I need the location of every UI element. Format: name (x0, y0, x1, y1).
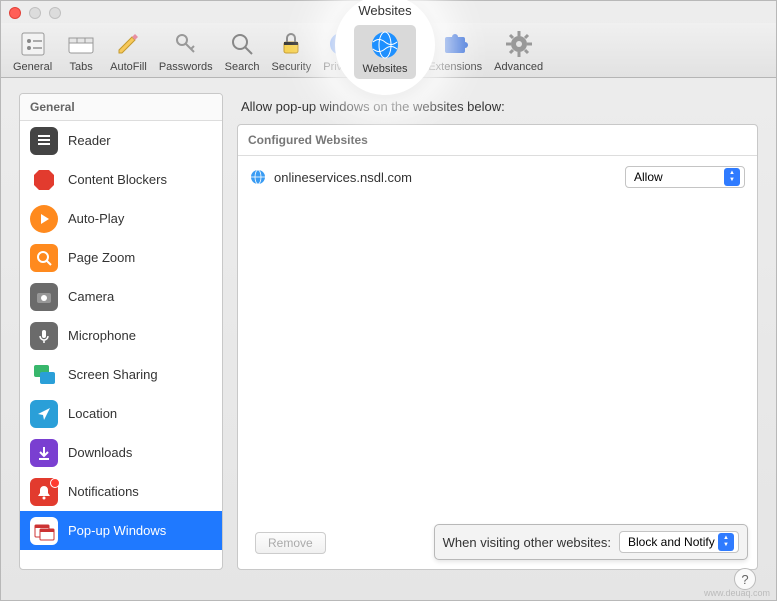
website-domain: onlineservices.nsdl.com (274, 170, 412, 185)
window-close-button[interactable] (9, 7, 21, 19)
tab-label: General (13, 61, 52, 73)
notification-badge (50, 478, 60, 488)
tabs-icon (66, 29, 96, 59)
sidebar-item-screen-sharing[interactable]: Screen Sharing (20, 355, 222, 394)
websites-sidebar: General Reader Content Blockers Auto-Pla… (19, 93, 223, 570)
tab-label: Tabs (70, 61, 93, 73)
location-icon (30, 400, 58, 428)
sidebar-item-label: Pop-up Windows (68, 523, 166, 538)
screenshare-icon (30, 361, 58, 389)
help-label: ? (741, 572, 748, 587)
window-minimize-button[interactable] (29, 7, 41, 19)
play-icon (30, 205, 58, 233)
main-heading: Allow pop-up windows on the websites bel… (237, 93, 758, 124)
sidebar-item-label: Content Blockers (68, 172, 167, 187)
help-button[interactable]: ? (734, 568, 756, 590)
popup-icon (30, 517, 58, 545)
tab-label: Extensions (428, 61, 482, 73)
key-icon (171, 29, 201, 59)
website-row[interactable]: onlineservices.nsdl.com Allow (248, 160, 747, 194)
configured-websites-panel: Configured Websites onlineservices.nsdl.… (237, 124, 758, 570)
highlight-label: Websites (362, 63, 407, 75)
sidebar-item-page-zoom[interactable]: Page Zoom (20, 238, 222, 277)
panel-header: Configured Websites (238, 125, 757, 155)
lock-icon (276, 29, 306, 59)
stop-icon (30, 166, 58, 194)
tab-label: Advanced (494, 61, 543, 73)
tab-label: Passwords (159, 61, 213, 73)
watermark: www.deuaq.com (704, 588, 770, 598)
chevron-updown-icon (718, 533, 734, 551)
tab-label: AutoFill (110, 61, 147, 73)
sidebar-item-popup-windows[interactable]: Pop-up Windows (20, 511, 222, 550)
puzzle-icon (440, 29, 470, 59)
sidebar-item-microphone[interactable]: Microphone (20, 316, 222, 355)
sidebar-item-downloads[interactable]: Downloads (20, 433, 222, 472)
tab-search[interactable]: Search (219, 27, 266, 75)
sidebar-item-autoplay[interactable]: Auto-Play (20, 199, 222, 238)
sidebar-item-content-blockers[interactable]: Content Blockers (20, 160, 222, 199)
globe-icon (369, 29, 401, 61)
download-icon (30, 439, 58, 467)
pencil-icon (113, 29, 143, 59)
chevron-updown-icon (724, 168, 740, 186)
sidebar-item-label: Page Zoom (68, 250, 135, 265)
sidebar-item-camera[interactable]: Camera (20, 277, 222, 316)
window-zoom-button[interactable] (49, 7, 61, 19)
remove-button[interactable]: Remove (255, 532, 326, 554)
remove-label: Remove (268, 536, 313, 550)
tab-label: Search (225, 61, 260, 73)
default-policy-bar: When visiting other websites: Block and … (434, 524, 748, 560)
sidebar-header: General (20, 94, 222, 121)
select-value: Block and Notify (628, 535, 715, 549)
tab-general[interactable]: General (7, 27, 58, 75)
tab-advanced[interactable]: Advanced (488, 27, 549, 75)
camera-icon (30, 283, 58, 311)
select-value: Allow (634, 170, 663, 184)
switches-icon (18, 29, 48, 59)
search-icon (227, 29, 257, 59)
default-policy-select[interactable]: Block and Notify (619, 531, 739, 553)
sidebar-item-label: Notifications (68, 484, 139, 499)
tab-autofill[interactable]: AutoFill (104, 27, 153, 75)
sidebar-item-location[interactable]: Location (20, 394, 222, 433)
favicon-globe-icon (250, 169, 266, 185)
sidebar-item-label: Auto-Play (68, 211, 124, 226)
sidebar-item-label: Camera (68, 289, 114, 304)
highlight-title: Websites (358, 3, 411, 18)
sidebar-item-label: Microphone (68, 328, 136, 343)
zoom-icon (30, 244, 58, 272)
mic-icon (30, 322, 58, 350)
sidebar-item-reader[interactable]: Reader (20, 121, 222, 160)
gear-icon (504, 29, 534, 59)
tab-security[interactable]: Security (265, 27, 317, 75)
tab-label: Security (271, 61, 311, 73)
default-policy-label: When visiting other websites: (443, 535, 611, 550)
sidebar-item-label: Screen Sharing (68, 367, 158, 382)
sidebar-item-label: Location (68, 406, 117, 421)
sidebar-item-notifications[interactable]: Notifications (20, 472, 222, 511)
reader-icon (30, 127, 58, 155)
website-permission-select[interactable]: Allow (625, 166, 745, 188)
tab-tabs[interactable]: Tabs (58, 27, 104, 75)
sidebar-item-label: Reader (68, 133, 111, 148)
sidebar-item-label: Downloads (68, 445, 132, 460)
tab-passwords[interactable]: Passwords (153, 27, 219, 75)
